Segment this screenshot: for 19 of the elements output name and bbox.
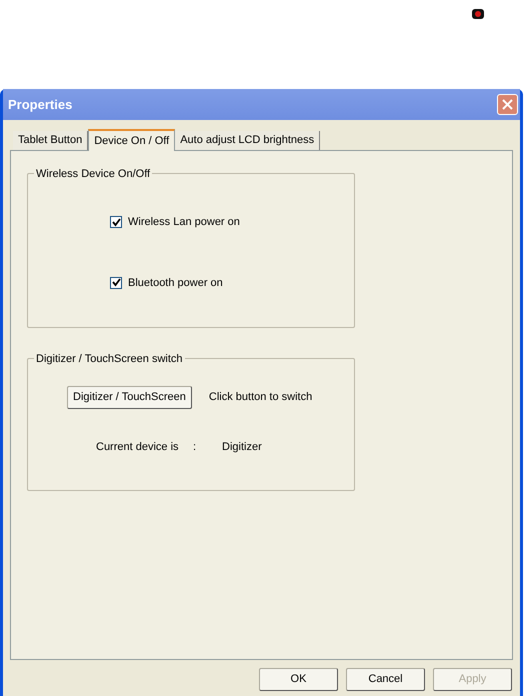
window-title: Properties (8, 96, 72, 114)
tab[interactable]: Device On / Off (88, 129, 176, 151)
dialog-button[interactable]: Cancel (346, 668, 425, 691)
tray-icon[interactable] (471, 7, 485, 21)
checkbox[interactable] (110, 276, 122, 289)
group-title: Digitizer / TouchScreen switch (34, 351, 185, 368)
hint-text: Click button to switch (208, 390, 312, 406)
tab[interactable]: Tablet Button (13, 131, 88, 150)
switch-button[interactable]: Digitizer / TouchScreen (67, 386, 192, 409)
close-icon (502, 99, 513, 110)
separator-text: : (193, 440, 198, 455)
tab[interactable]: Auto adjust LCD brightness (175, 131, 320, 150)
dialog-button[interactable]: OK (259, 668, 338, 691)
current-device-label: Current device is (96, 440, 180, 455)
close-button[interactable] (497, 94, 518, 115)
checkbox[interactable] (110, 216, 122, 228)
checkbox-label: Wireless Lan power on (128, 215, 240, 230)
checkbox-label: Bluetooth power on (128, 276, 223, 290)
current-device-value: Digitizer (222, 440, 262, 455)
